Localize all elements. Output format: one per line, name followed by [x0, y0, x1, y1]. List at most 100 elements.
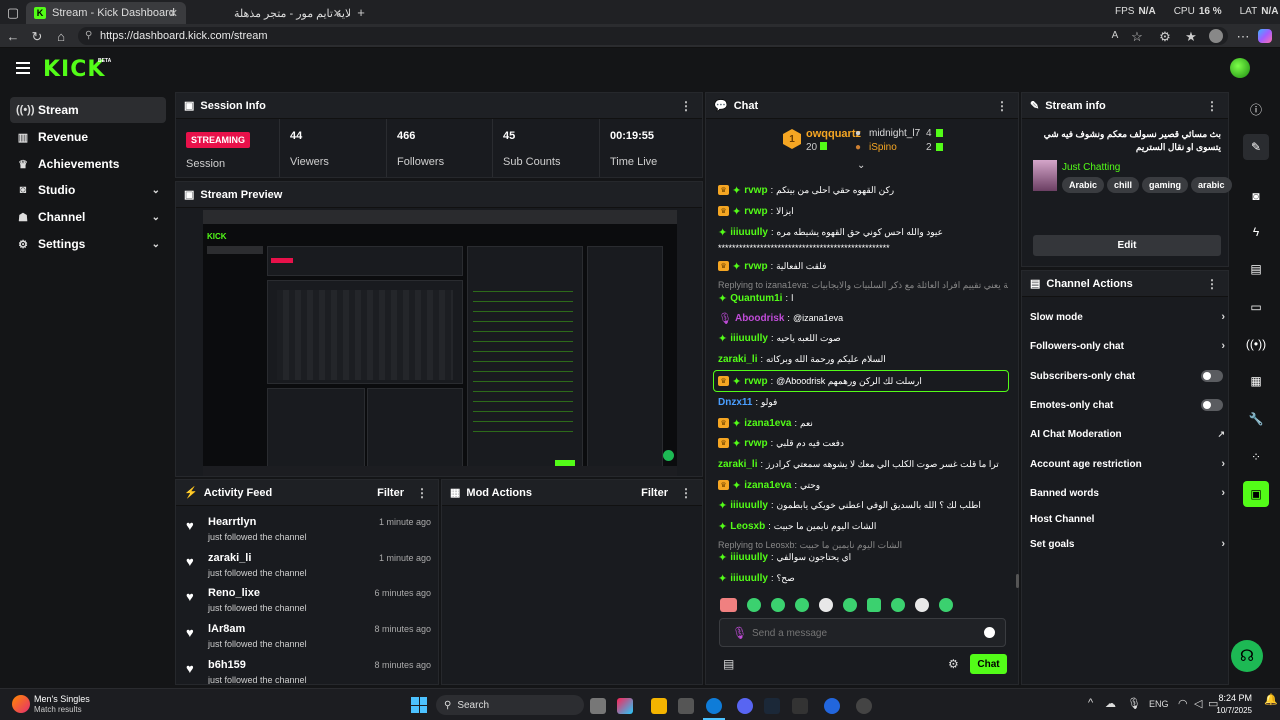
kebab-menu-icon[interactable]: ⋮ [680, 486, 692, 500]
profile-avatar[interactable] [1209, 29, 1223, 43]
file-explorer-icon[interactable] [651, 698, 667, 714]
refresh-icon[interactable]: ↻ [30, 29, 44, 43]
emote-icon[interactable] [867, 598, 881, 612]
sidebar-item-settings[interactable]: ⚙ Settings ⌄ [10, 231, 166, 257]
action-ai-moderation[interactable]: AI Chat Moderation ↗ [1030, 424, 1225, 444]
help-support-button[interactable]: ☊ [1231, 640, 1263, 672]
chat-send-button[interactable]: Chat [970, 654, 1007, 674]
home-icon[interactable]: ⌂ [54, 29, 68, 43]
category-name[interactable]: Just Chatting [1062, 162, 1120, 173]
read-aloud-icon[interactable]: A [1108, 29, 1122, 43]
tab-close-icon[interactable]: ✕ [169, 7, 178, 20]
tab-kick-dashboard[interactable]: K Stream - Kick Dashboard ✕ [26, 2, 186, 24]
clock-time[interactable]: 8:24 PM [1216, 693, 1252, 703]
edge-browser-icon[interactable] [706, 698, 722, 714]
chat-username[interactable]: Dnzx11 [718, 397, 752, 408]
site-info-icon[interactable]: ⚲ [85, 30, 92, 41]
chat-username[interactable]: iiiuuully [730, 227, 768, 238]
user-avatar[interactable] [1230, 58, 1250, 78]
notes-icon[interactable]: ▤ [1243, 256, 1269, 282]
game-icon[interactable]: ▣ [1243, 481, 1269, 507]
emote-icon[interactable] [843, 598, 857, 612]
edit-button[interactable]: Edit [1033, 235, 1221, 256]
action-set-goals[interactable]: Set goals › [1030, 534, 1225, 554]
chat-username[interactable]: zaraki_li [718, 459, 757, 470]
volume-icon[interactable]: ◁ [1194, 697, 1202, 710]
emote-icon[interactable] [915, 598, 929, 612]
tab-close-icon[interactable]: ✕ [333, 7, 342, 20]
activity-username[interactable]: lAr8am [208, 623, 245, 635]
wifi-icon[interactable]: ◠ [1178, 697, 1188, 710]
emote-icon[interactable] [819, 598, 833, 612]
kebab-menu-icon[interactable]: ⋮ [1206, 99, 1218, 113]
chat-username[interactable]: zaraki_li [718, 354, 757, 365]
back-icon[interactable]: ← [6, 29, 20, 43]
chat-input-box[interactable]: 🎙 [719, 618, 1006, 647]
kebab-menu-icon[interactable]: ⋮ [1206, 277, 1218, 291]
action-banned-words[interactable]: Banned words › [1030, 483, 1225, 503]
chat-username[interactable]: iiiuuully [730, 573, 768, 584]
tab-store[interactable]: غلاية تايم مور - متجر مذهلة ✕ [190, 2, 350, 24]
chat-icon[interactable]: ▭ [1243, 294, 1269, 320]
activity-username[interactable]: zaraki_li [208, 552, 251, 564]
chat-username[interactable]: rvwp [744, 438, 767, 449]
filter-button[interactable]: Filter [641, 487, 668, 499]
emote-icon[interactable] [939, 598, 953, 612]
layout-icon[interactable]: ▦ [1243, 368, 1269, 394]
chat-message-input[interactable] [752, 625, 972, 641]
sidebar-item-revenue[interactable]: ▥ Revenue [10, 124, 166, 150]
chat-settings-icon[interactable]: ⚙ [948, 657, 959, 671]
task-view-icon[interactable] [590, 698, 606, 714]
kick-logo[interactable]: KICK [43, 57, 105, 82]
chat-username[interactable]: izana1eva [744, 480, 791, 491]
collapse-icon[interactable]: ⌄ [857, 160, 865, 171]
taskbar-search[interactable]: ⚲ Search [436, 695, 584, 715]
address-bar[interactable]: ⚲ https://dashboard.kick.com/stream [78, 27, 1228, 45]
favorite-star-icon[interactable]: ☆ [1130, 29, 1144, 43]
tag-chip[interactable]: gaming [1142, 177, 1189, 193]
chat-username[interactable]: iiiuuully [730, 333, 768, 344]
favorites-icon[interactable]: ★ [1184, 29, 1198, 43]
steam-icon[interactable] [764, 698, 780, 714]
leader-name[interactable]: iSpino [869, 142, 897, 153]
new-tab-icon[interactable]: + [354, 5, 368, 19]
emoji-picker-icon[interactable] [984, 627, 995, 638]
copilot-icon[interactable] [1258, 29, 1272, 43]
tag-chip[interactable]: arabic [1191, 177, 1232, 193]
taskbar-app-icon[interactable] [678, 698, 694, 714]
chat-shop-icon[interactable]: ▤ [723, 657, 734, 671]
dots-cluster-icon[interactable]: ⁘ [1243, 444, 1269, 470]
kebab-menu-icon[interactable]: ⋮ [416, 486, 428, 500]
chat-username[interactable]: rvwp [744, 206, 767, 217]
filter-button[interactable]: Filter [377, 487, 404, 499]
emote-icon[interactable] [891, 598, 905, 612]
hamburger-menu-icon[interactable] [16, 62, 30, 74]
taskbar-app-icon[interactable] [824, 698, 840, 714]
emote-icon[interactable] [795, 598, 809, 612]
emote-icon[interactable] [747, 598, 761, 612]
leader-name[interactable]: owqquartz [806, 128, 861, 140]
chat-username[interactable]: rvwp [744, 376, 767, 387]
emotes-only-toggle[interactable] [1201, 399, 1223, 411]
onedrive-icon[interactable]: ☁ [1105, 697, 1116, 710]
kebab-menu-icon[interactable]: ⋮ [996, 99, 1008, 113]
microphone-icon[interactable]: 🎙 [1127, 697, 1141, 710]
bolt-icon[interactable]: ϟ [1243, 219, 1269, 245]
leader-name[interactable]: midnight_l7 [869, 128, 920, 139]
subscribers-only-toggle[interactable] [1201, 370, 1223, 382]
news-title[interactable]: Men's Singles [34, 694, 90, 704]
stream-preview-video[interactable]: KICK [203, 210, 677, 476]
language-indicator[interactable]: ENG [1149, 699, 1169, 709]
broadcast-icon[interactable]: ((•)) [1243, 331, 1269, 357]
activity-username[interactable]: Hearrtlyn [208, 516, 256, 528]
activity-username[interactable]: Reno_lixe [208, 587, 260, 599]
tab-actions-icon[interactable]: ▢ [6, 5, 20, 19]
action-followers-only[interactable]: Followers-only chat › [1030, 336, 1225, 356]
chat-username[interactable]: Quantum1i [730, 293, 782, 304]
news-widget-icon[interactable] [12, 695, 30, 713]
kebab-menu-icon[interactable]: ⋮ [680, 99, 692, 113]
windows-start-icon[interactable] [411, 697, 427, 713]
action-host-channel[interactable]: Host Channel [1030, 509, 1225, 529]
sidebar-item-studio[interactable]: ◙ Studio ⌄ [10, 177, 166, 203]
category-thumbnail[interactable] [1033, 160, 1057, 191]
